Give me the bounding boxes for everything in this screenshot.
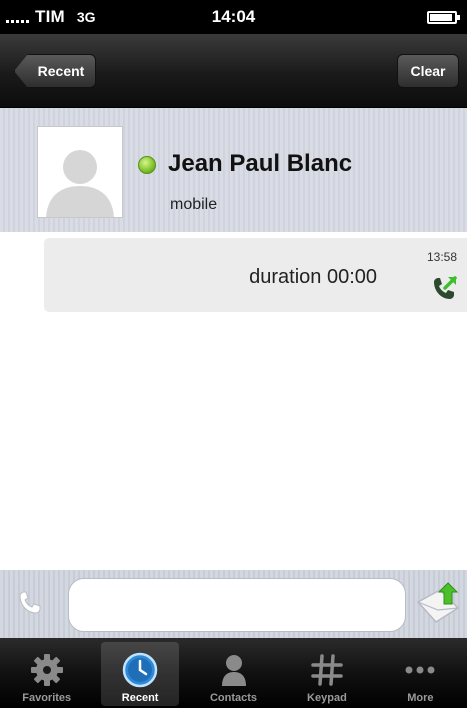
tab-favorites[interactable]: Favorites [0, 638, 93, 708]
call-time: 13:58 [426, 250, 457, 264]
status-left: TIM 3G [6, 7, 96, 27]
clear-button[interactable]: Clear [397, 54, 459, 88]
message-composer [0, 570, 467, 638]
tab-recent[interactable]: Recent [93, 638, 186, 708]
message-input[interactable] [68, 578, 406, 632]
avatar[interactable] [37, 126, 123, 218]
gear-icon [30, 654, 63, 686]
person-icon [221, 655, 246, 686]
clock-icon [122, 652, 158, 688]
tab-contacts[interactable]: Contacts [187, 638, 280, 708]
contact-header: Jean Paul Blanc mobile [0, 108, 467, 232]
send-envelope-icon[interactable] [414, 582, 462, 628]
status-bar: TIM 3G 14:04 [0, 0, 467, 34]
carrier-name: TIM [35, 7, 65, 26]
tab-label: Keypad [307, 692, 347, 704]
tab-more[interactable]: More [374, 638, 467, 708]
outgoing-call-icon [434, 276, 457, 299]
call-entry: duration 00:00 13:58 [44, 238, 467, 312]
presence-status-icon [138, 156, 156, 174]
tab-label: Recent [121, 692, 159, 704]
tab-bar: Favorites Recent Contacts Keypad More [0, 638, 467, 708]
person-silhouette-icon [46, 150, 114, 217]
phone-icon[interactable] [16, 590, 42, 616]
tab-keypad[interactable]: Keypad [280, 638, 373, 708]
contact-name: Jean Paul Blanc [168, 150, 353, 177]
battery-icon [427, 10, 460, 24]
navigation-bar: Recent Clear [0, 34, 467, 108]
tab-label: Favorites [22, 692, 72, 704]
keypad-icon [311, 654, 343, 686]
network-type: 3G [76, 9, 96, 25]
tab-label: Contacts [209, 692, 258, 704]
back-button[interactable]: Recent [14, 54, 96, 88]
status-time: 14:04 [211, 7, 256, 26]
call-duration: duration 00:00 [249, 266, 377, 288]
more-dots-icon [405, 666, 435, 674]
contact-number-label: mobile [170, 196, 218, 213]
tab-label: More [407, 692, 434, 704]
signal-strength-icon [6, 11, 29, 23]
